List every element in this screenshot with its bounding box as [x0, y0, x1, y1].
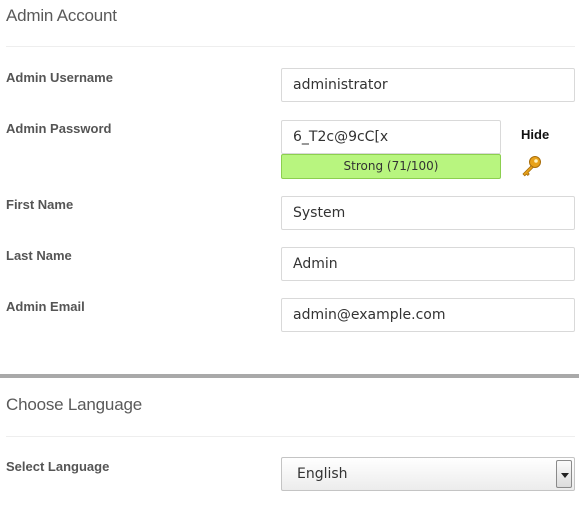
first-name-input[interactable]: System — [281, 196, 575, 230]
admin-username-label: Admin Username — [6, 70, 113, 85]
key-icon[interactable] — [520, 154, 544, 178]
admin-email-input[interactable]: admin@example.com — [281, 298, 575, 332]
admin-password-input[interactable]: 6_T2c@9cC[x — [281, 120, 501, 154]
language-select[interactable]: English — [281, 457, 575, 491]
choose-language-title: Choose Language — [6, 395, 142, 414]
admin-account-title: Admin Account — [6, 6, 117, 25]
admin-username-input[interactable]: administrator — [281, 68, 575, 102]
select-language-label: Select Language — [6, 459, 110, 474]
last-name-input[interactable]: Admin — [281, 247, 575, 281]
language-select-value: English — [297, 466, 348, 482]
admin-email-label: Admin Email — [6, 299, 85, 314]
hide-password-link[interactable]: Hide — [521, 127, 549, 142]
divider — [6, 46, 575, 47]
first-name-label: First Name — [6, 197, 74, 212]
section-separator — [0, 374, 579, 378]
last-name-label: Last Name — [6, 248, 72, 263]
password-strength-meter: Strong (71/100) — [281, 154, 501, 179]
divider — [6, 436, 575, 437]
chevron-down-icon[interactable] — [556, 460, 572, 488]
admin-password-label: Admin Password — [6, 121, 112, 136]
